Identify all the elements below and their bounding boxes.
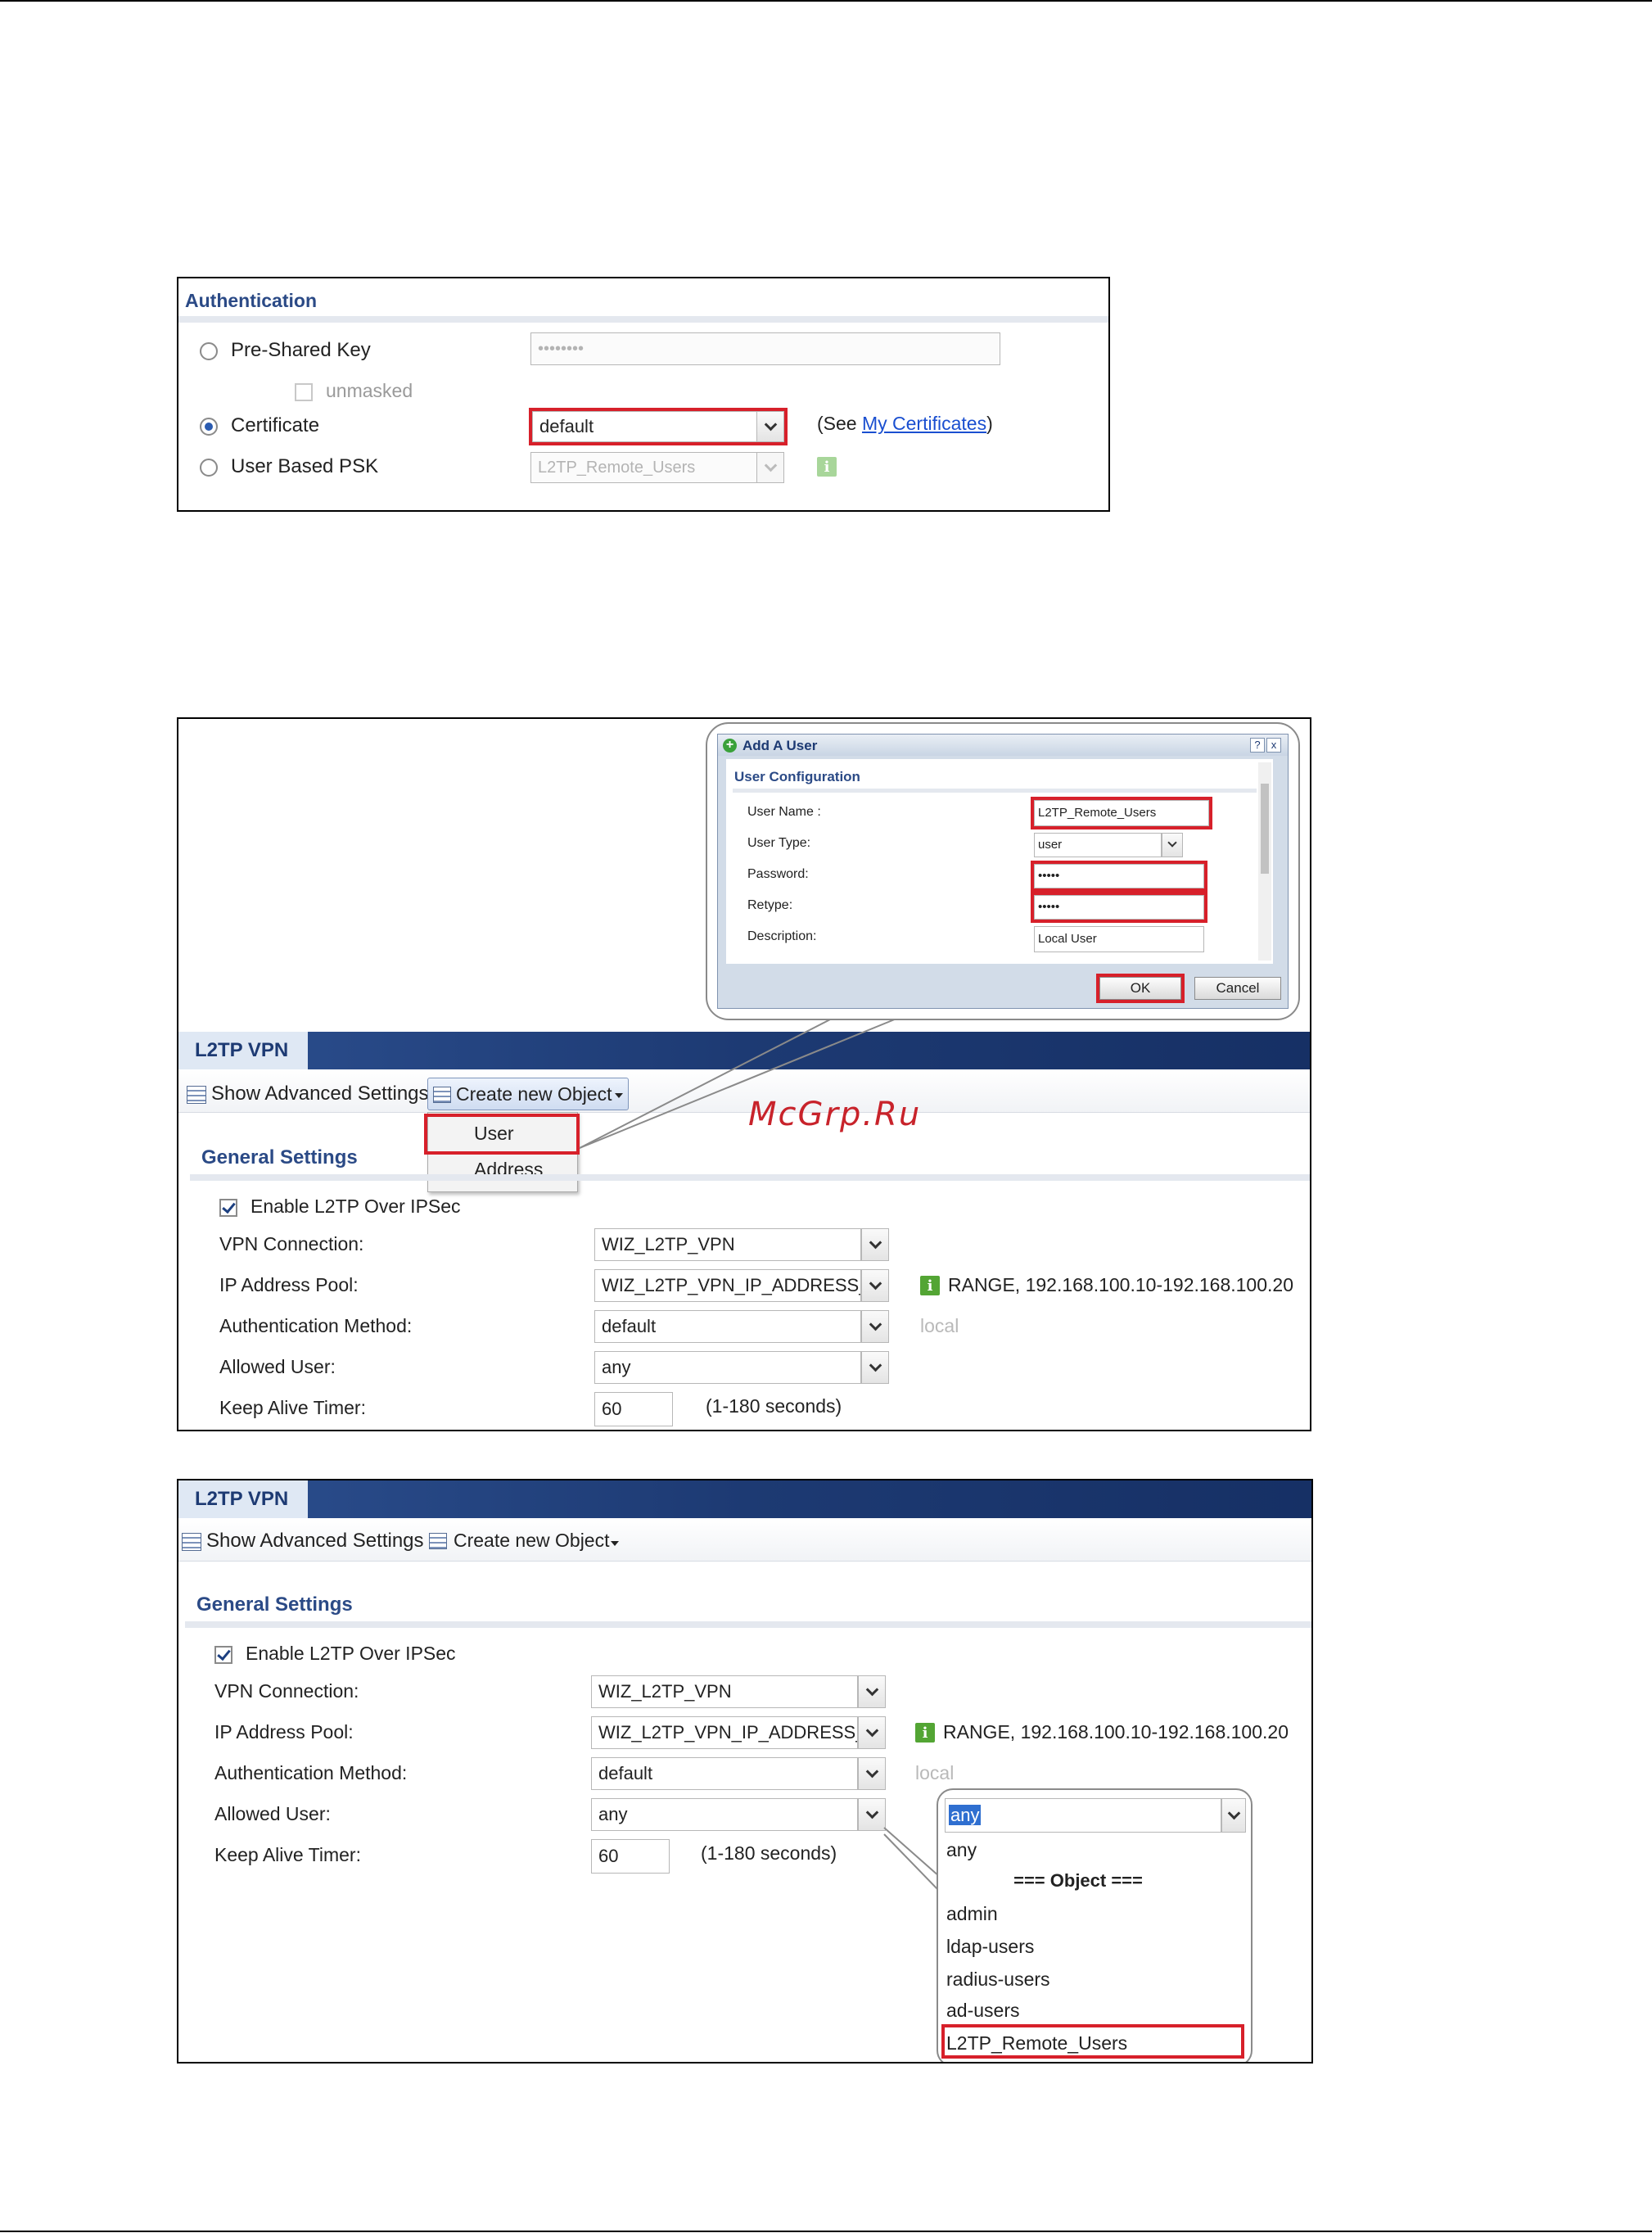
option-ldap-users[interactable]: ldap-users [946,1936,1034,1958]
l2tp-vpn-panel-create-user: L2TP VPN Show Advanced Settings Create n… [177,717,1311,1431]
bottom-rule [0,2231,1652,2232]
user-type-select[interactable]: user [1034,833,1162,857]
user-name-label: User Name : [747,805,821,819]
l2tp-vpn-panel-allowed-user: L2TP VPN Show Advanced Settings Create n… [177,1479,1313,2063]
see-certificates-note: (See My Certificates) [817,413,993,434]
dialog-section-title: User Configuration [734,769,860,784]
highlight-box [1031,861,1207,892]
allowed-user-dropdown-button[interactable] [1221,1798,1246,1833]
allowed-user-dropdown-callout: any any === Object === admin ldap-users … [937,1788,1253,2062]
chevron-down-icon [1227,1806,1240,1819]
pre-shared-key-input[interactable]: •••••••• [530,332,1000,365]
dialog-titlebar: + Add A User ? x [718,735,1288,756]
password-label: Password: [747,867,809,881]
option-radius-users[interactable]: radius-users [946,1969,1050,1991]
user-based-psk-select[interactable]: L2TP_Remote_Users [530,452,765,483]
dialog-body: User Configuration User Name : L2TP_Remo… [726,759,1273,964]
description-label: Description: [747,929,817,943]
top-rule [0,0,1652,2]
section-title: Authentication [185,290,317,311]
user-based-psk-dropdown-button[interactable] [756,452,784,483]
highlight-box [1031,892,1207,923]
my-certificates-link[interactable]: My Certificates [862,413,986,434]
pre-shared-key-label: Pre-Shared Key [231,339,371,361]
add-icon: + [723,739,737,753]
certificate-radio[interactable] [200,418,218,436]
chevron-down-icon [1167,838,1177,848]
dialog-section-divider [733,789,1257,793]
option-admin[interactable]: admin [946,1903,998,1925]
dialog-scrollbar[interactable] [1258,762,1271,961]
option-any[interactable]: any [946,1839,977,1861]
highlight-box [529,408,788,445]
authentication-panel: Authentication Pre-Shared Key •••••••• u… [177,277,1110,512]
unmasked-checkbox[interactable] [295,383,313,401]
help-icon[interactable]: ? [1250,738,1265,753]
add-user-dialog: + Add A User ? x User Configuration User… [717,734,1289,1009]
scrollbar-thumb[interactable] [1261,784,1269,874]
unmasked-label: unmasked [326,380,413,401]
watermark: McGrp.Ru [748,1096,922,1133]
user-based-psk-radio[interactable] [200,459,218,477]
user-based-psk-label: User Based PSK [231,455,379,477]
info-icon: i [817,457,837,477]
description-input[interactable]: Local User [1034,926,1204,952]
allowed-user-dropdown-select[interactable]: any [945,1798,1221,1833]
close-icon[interactable]: x [1266,738,1281,753]
highlight-box [1096,974,1185,1003]
option-ad-users[interactable]: ad-users [946,2000,1019,2022]
section-divider [178,316,1108,323]
chevron-down-icon [764,459,777,472]
dialog-title: Add A User [742,738,818,753]
cancel-button[interactable]: Cancel [1194,977,1281,1000]
selected-value: any [949,1805,982,1825]
certificate-label: Certificate [231,414,320,436]
pre-shared-key-radio[interactable] [200,342,218,360]
user-type-label: User Type: [747,836,811,850]
highlight-box [1031,797,1212,829]
option-group-header: === Object === [1013,1870,1143,1891]
highlight-box [941,2024,1244,2059]
add-user-callout: + Add A User ? x User Configuration User… [706,722,1300,1020]
user-type-dropdown-button[interactable] [1162,833,1183,857]
retype-label: Retype: [747,898,793,912]
